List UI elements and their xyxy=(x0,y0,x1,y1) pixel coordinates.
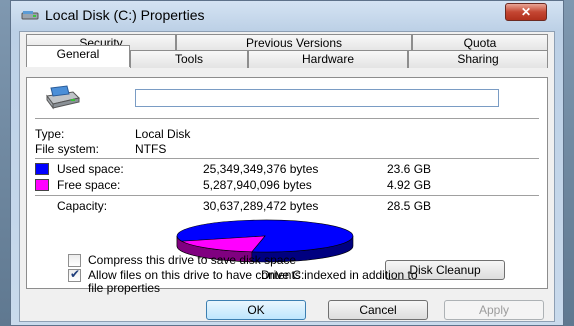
tab-hardware[interactable]: Hardware xyxy=(248,50,408,68)
type-label: Type: xyxy=(35,127,65,141)
ok-button[interactable]: OK xyxy=(206,300,306,320)
index-label-line1: Allow files on this drive to have conten… xyxy=(88,268,418,282)
dialog-body: Security Previous Versions Quota General… xyxy=(19,31,555,322)
compress-checkbox[interactable] xyxy=(68,254,81,267)
drive-name-input[interactable] xyxy=(135,89,499,107)
capacity-bytes: 30,637,289,472 bytes xyxy=(203,199,319,213)
compress-label: Compress this drive to save disk space xyxy=(88,253,297,267)
divider xyxy=(35,158,539,159)
background-window-edge-right xyxy=(564,0,574,326)
index-checkbox[interactable]: ✔ xyxy=(68,267,81,282)
used-space-size: 23.6 GB xyxy=(387,162,432,176)
tab-general[interactable]: General xyxy=(26,45,130,67)
drive-icon xyxy=(21,11,39,20)
free-space-label: Free space: xyxy=(57,178,121,192)
file-system-value: NTFS xyxy=(135,142,167,156)
tab-label: Tools xyxy=(174,52,203,66)
free-space-swatch xyxy=(35,179,49,191)
used-space-bytes: 25,349,349,376 bytes xyxy=(203,162,319,176)
capacity-size: 28.5 GB xyxy=(387,199,432,213)
free-space-size: 4.92 GB xyxy=(387,178,432,192)
tab-tools[interactable]: Tools xyxy=(130,50,248,68)
tab-label: Quota xyxy=(463,36,497,50)
capacity-label: Capacity: xyxy=(57,199,108,213)
used-space-swatch xyxy=(35,163,49,175)
tab-label: General xyxy=(56,47,100,61)
title-bar[interactable]: Local Disk (C:) Properties ✕ xyxy=(11,1,563,31)
tab-label: Sharing xyxy=(457,52,499,66)
properties-window: Local Disk (C:) Properties ✕ Security Pr… xyxy=(10,0,564,326)
used-space-label: Used space: xyxy=(57,162,124,176)
divider xyxy=(35,118,539,119)
hard-drive-icon xyxy=(46,85,80,110)
file-system-label: File system: xyxy=(35,142,100,156)
index-label-line2: file properties xyxy=(88,281,161,295)
apply-button[interactable]: Apply xyxy=(444,300,544,320)
checkmark-icon: ✔ xyxy=(70,267,81,281)
tab-label: Hardware xyxy=(301,52,355,66)
close-button[interactable]: ✕ xyxy=(505,3,547,21)
free-space-bytes: 5,287,940,096 bytes xyxy=(203,178,312,192)
divider xyxy=(35,195,539,196)
background-window-edge xyxy=(0,0,10,326)
cancel-button[interactable]: Cancel xyxy=(328,300,428,320)
close-icon: ✕ xyxy=(520,5,532,19)
type-value: Local Disk xyxy=(135,127,191,141)
drive-name-field[interactable] xyxy=(136,90,498,106)
window-title: Local Disk (C:) Properties xyxy=(45,7,205,23)
tab-sharing[interactable]: Sharing xyxy=(408,50,548,68)
tab-label: Previous Versions xyxy=(245,36,343,50)
